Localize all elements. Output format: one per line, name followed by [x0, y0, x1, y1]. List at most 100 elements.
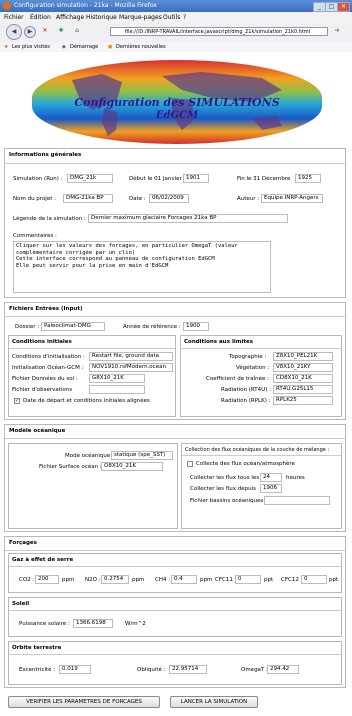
- menu-affichage[interactable]: Affichage: [56, 14, 84, 21]
- eccentricity-input[interactable]: 0.019: [59, 665, 91, 674]
- init-conditions-input[interactable]: Restart file, ground data: [89, 352, 173, 361]
- flux-every-label: Collecter les flux tous les: [190, 475, 260, 481]
- bookmark-latest-news[interactable]: Dernières nouvelles: [116, 44, 166, 50]
- ref-year-label: Année de référence :: [123, 324, 181, 330]
- menu-edition[interactable]: Édition: [30, 14, 51, 21]
- co2-input[interactable]: 200: [35, 575, 59, 584]
- legend-input[interactable]: Dernier maximum glaciaire Forcages 21ka …: [88, 214, 288, 223]
- observations-input[interactable]: [89, 385, 145, 394]
- bookmark-most-visited[interactable]: Les plus visités: [12, 44, 50, 50]
- ocean-init-label: Initialisation Océan-GCM :: [12, 365, 84, 371]
- solar-power-unit: W/m^2: [125, 621, 146, 627]
- cfc11-input[interactable]: 0: [235, 575, 261, 584]
- co2-label: CO2 :: [19, 577, 35, 583]
- topography-input[interactable]: Z8X10_PEL21K: [273, 352, 333, 361]
- ocean-mode-box: Mode océanique : statique (spe_SST) Fich…: [8, 443, 178, 529]
- flux-every-input[interactable]: 24: [260, 473, 282, 482]
- aligned-checkbox[interactable]: ✓: [14, 398, 20, 404]
- close-window-button[interactable]: ✕: [337, 2, 350, 12]
- comments-label: Commentaires :: [13, 233, 57, 239]
- ch4-label: CH4 :: [155, 577, 171, 583]
- divider: [9, 654, 341, 655]
- ocean-mode-select[interactable]: statique (spe_SST): [111, 451, 173, 460]
- start-year-input[interactable]: 1901: [183, 174, 209, 183]
- flux-since-input[interactable]: 1906: [260, 484, 282, 493]
- ocean-mode-label: Mode océanique :: [65, 453, 114, 459]
- ocean-init-input[interactable]: NOV1910.rsfModern.ocean: [89, 363, 173, 372]
- ocean-surface-input[interactable]: O8X10_21K: [101, 462, 163, 471]
- menu-historique[interactable]: Historique: [86, 14, 117, 21]
- page-content: Configuration des SIMULATIONS EdGCM Info…: [0, 52, 352, 716]
- bookmark-getting-started[interactable]: Démarrage: [70, 44, 98, 50]
- reload-icon[interactable]: ✚: [56, 26, 66, 36]
- n2o-unit: ppm: [132, 577, 145, 583]
- author-input[interactable]: Equipe INRP-Angers: [261, 194, 323, 203]
- divider: [5, 163, 345, 164]
- boundary-conditions-box: Conditions aux limites Topographie : Z8X…: [180, 335, 342, 417]
- simulation-label: Simulation (Run) :: [13, 176, 63, 182]
- solar-power-label: Puissance solaire :: [19, 621, 70, 627]
- sun-title: Soleil: [12, 601, 30, 607]
- n2o-input[interactable]: 0.2754: [101, 575, 129, 584]
- divider: [5, 550, 345, 551]
- flux-since-label: Collecter les flux depuis: [190, 486, 256, 492]
- solar-power-input[interactable]: 1366.6198: [73, 619, 113, 628]
- obliquity-input[interactable]: 22.95714: [169, 665, 207, 674]
- radiation-rt4u-input[interactable]: RT4U.G25L15: [273, 385, 333, 394]
- simulation-input[interactable]: DMG_21k: [67, 174, 113, 183]
- verify-forcings-button[interactable]: VERIFIER LES PARAMETRES DE FORCAGES: [8, 696, 160, 708]
- radiation-rt4u-label: Radiation (RT4U) :: [221, 387, 271, 393]
- sun-box: Soleil Puissance solaire : 1366.6198 W/m…: [8, 597, 342, 637]
- end-year-input[interactable]: 1925: [295, 174, 321, 183]
- rss-icon: ◼: [108, 44, 113, 50]
- banner-subtitle: EdGCM: [155, 110, 199, 121]
- date-input[interactable]: 06/02/2009: [149, 194, 189, 203]
- boundary-conditions-title: Conditions aux limites: [184, 339, 254, 345]
- cfc11-label: CFC11 :: [215, 577, 237, 583]
- go-icon[interactable]: ➜: [332, 26, 342, 36]
- input-files-panel: Fichiers Entrées (Input) Dossier : Paleo…: [4, 302, 346, 420]
- comments-textarea[interactable]: Cliquer sur les valeurs des forcages, en…: [13, 241, 271, 293]
- initial-conditions-box: Conditions initiales Conditions d'initia…: [8, 335, 176, 417]
- ocean-flux-box: Collection des flux océaniques de la cou…: [181, 443, 342, 529]
- ocean-model-panel: Modèle océanique Mode océanique : statiq…: [4, 424, 346, 532]
- back-icon[interactable]: ◀: [6, 24, 22, 40]
- omegat-input[interactable]: 294.42: [267, 665, 299, 674]
- folder-label: Dossier :: [15, 324, 40, 330]
- project-input[interactable]: DMG-21ka BP: [63, 194, 113, 203]
- menu-marque-pages[interactable]: Marque-pages: [119, 14, 162, 21]
- drag-coefficient-input[interactable]: CD8X10_21K: [273, 374, 333, 383]
- vegetation-input[interactable]: V8X10_21KY: [273, 363, 333, 372]
- forward-icon[interactable]: ▶: [24, 26, 36, 38]
- general-info-panel: Informations générales Simulation (Run) …: [4, 148, 346, 298]
- menu-help[interactable]: ?: [183, 14, 186, 21]
- menu-fichier[interactable]: Fichier: [4, 14, 24, 21]
- earth-orbit-title: Orbite terrestre: [12, 645, 62, 651]
- basins-label: Fichier bassins océaniques :: [190, 498, 267, 504]
- start-label: Début le 01 Janvier: [129, 176, 182, 182]
- date-label: Date :: [129, 196, 146, 202]
- ch4-input[interactable]: 0.4: [171, 575, 197, 584]
- ocean-flux-title: Collection des flux océaniques de la cou…: [185, 447, 330, 453]
- ref-year-input[interactable]: 1900: [183, 322, 209, 331]
- flux-collect-checkbox[interactable]: [187, 461, 193, 467]
- window-titlebar: Configuration simulation - 21ka - Mozill…: [0, 0, 352, 12]
- input-files-title: Fichiers Entrées (Input): [9, 306, 83, 312]
- banner-title: Configuration des SIMULATIONS: [74, 96, 280, 109]
- stop-icon[interactable]: ✕: [40, 26, 50, 36]
- aligned-label: Date de départ et conditions initiales a…: [23, 398, 150, 404]
- soil-file-input[interactable]: G8X10_21K: [89, 374, 145, 383]
- navigation-toolbar: ◀ ▶ ✕ ✚ ⌂ file:///D:/INRP-TRAVAIL/interf…: [0, 22, 352, 43]
- basins-input[interactable]: [264, 496, 330, 505]
- cfc12-input[interactable]: 0: [301, 575, 327, 584]
- folder-input[interactable]: Paleoclimat-DMG: [41, 322, 105, 331]
- greenhouse-gas-box: Gaz à effet de serre CO2 : 200 ppm N2O :…: [8, 553, 342, 593]
- home-icon[interactable]: ⌂: [72, 26, 82, 36]
- radiation-rplk-input[interactable]: RPLK25: [273, 396, 333, 405]
- launch-simulation-button[interactable]: LANCER LA SIMULATION: [170, 696, 258, 708]
- divider: [9, 610, 341, 611]
- address-bar[interactable]: file:///D:/INRP-TRAVAIL/interface.javasc…: [110, 27, 328, 36]
- menu-outils[interactable]: Outils: [163, 14, 180, 21]
- cfc12-unit: ppt: [329, 577, 339, 583]
- divider: [5, 316, 345, 317]
